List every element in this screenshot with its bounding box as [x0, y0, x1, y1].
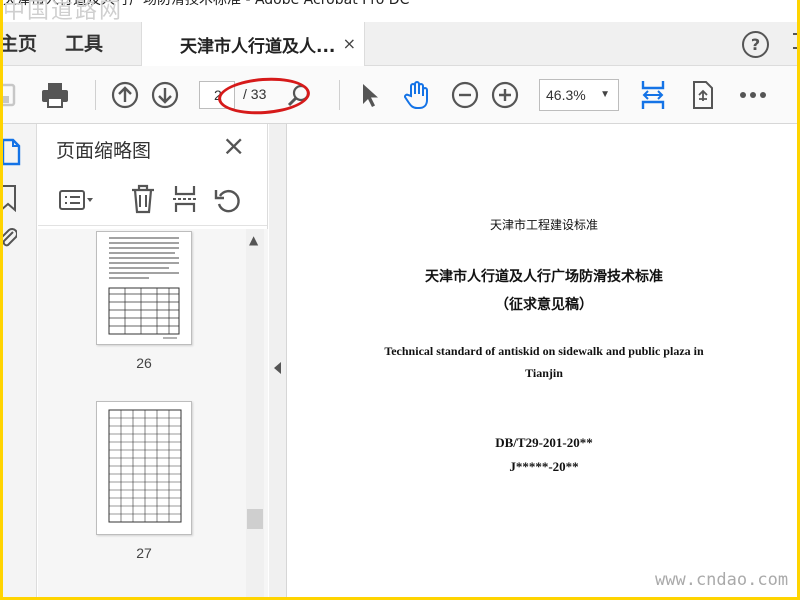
rotate-page-icon[interactable]	[687, 79, 719, 111]
sign-in-icon[interactable]	[791, 32, 797, 54]
toolbar-divider	[95, 80, 96, 110]
page-thumbnails-icon[interactable]	[3, 138, 21, 170]
page-total: / 33	[243, 86, 267, 102]
help-icon[interactable]: ?	[742, 31, 769, 58]
options-menu-icon[interactable]	[58, 188, 96, 216]
delete-page-icon[interactable]	[130, 184, 156, 218]
chevron-down-icon: ▼	[600, 89, 610, 100]
doc-registration-code: J*****-20**	[509, 459, 579, 474]
thumbnail-list: 26 27 ▲	[38, 229, 268, 597]
tab-tools[interactable]: 工具	[65, 22, 103, 66]
thumbnail-page-number: 26	[136, 355, 152, 371]
navigation-rail	[3, 124, 37, 597]
rotate-icon[interactable]	[214, 186, 242, 218]
thumbnail-scrollbar[interactable]: ▲	[246, 229, 264, 597]
page-thumbnail[interactable]	[96, 401, 192, 535]
close-panel-icon[interactable]: ×	[222, 132, 245, 160]
watermark-top: 中国道路网	[3, 0, 124, 24]
doc-title-en-2: Tianjin	[525, 366, 563, 380]
print-icon[interactable]	[39, 79, 71, 111]
document-view: 天津市工程建设标准 天津市人行道及人行广场防滑技术标准 （征求意见稿） Tech…	[288, 124, 797, 597]
tab-bar: 主页 工具 天津市人行道及人... × ?	[3, 22, 797, 67]
collapse-panel-icon[interactable]	[274, 362, 281, 374]
panel-title: 页面缩略图	[56, 140, 152, 162]
panel-splitter[interactable]	[269, 124, 287, 597]
doc-draft-note: （征求意见稿）	[495, 297, 593, 313]
zoom-out-icon[interactable]	[449, 79, 481, 111]
extract-pages-icon[interactable]	[172, 184, 198, 218]
attachment-icon[interactable]	[3, 224, 18, 256]
next-page-icon[interactable]	[149, 79, 181, 111]
toolbar-divider	[339, 80, 340, 110]
page-tool-icon[interactable]	[283, 79, 315, 111]
tab-document-label: 天津市人行道及人...	[180, 37, 336, 57]
doc-standard-code: DB/T29-201-20**	[495, 435, 593, 450]
select-cursor-icon[interactable]	[353, 79, 385, 111]
zoom-value: 46.3%	[546, 87, 586, 103]
tab-home[interactable]: 主页	[3, 22, 37, 66]
hand-tool-icon[interactable]	[401, 79, 433, 111]
thumbnails-panel: 页面缩略图 × 26 27 ▲	[38, 124, 268, 597]
previous-page-icon[interactable]	[109, 79, 141, 111]
save-icon[interactable]	[3, 79, 21, 111]
toolbar: / 33 46.3% ▼	[3, 66, 797, 124]
page-thumbnail[interactable]	[96, 231, 192, 345]
doc-title-cn: 天津市人行道及人行广场防滑技术标准	[425, 269, 663, 285]
bookmark-icon[interactable]	[3, 184, 17, 216]
watermark-bottom: www.cndao.com	[655, 570, 789, 590]
panel-toolbar	[38, 174, 267, 226]
page-number-input[interactable]	[199, 81, 235, 109]
close-tab-icon[interactable]: ×	[343, 34, 356, 53]
more-tools-icon[interactable]	[737, 79, 769, 111]
doc-heading-category: 天津市工程建设标准	[489, 218, 598, 232]
app-window: 天津市人行道及人行广场防滑技术标准 - Adobe Acrobat Pro DC…	[3, 0, 797, 597]
fit-width-icon[interactable]	[637, 79, 669, 111]
thumbnail-page-number: 27	[136, 545, 152, 561]
chevron-up-icon[interactable]: ▲	[249, 233, 258, 247]
zoom-in-icon[interactable]	[489, 79, 521, 111]
doc-title-en-1: Technical standard of antiskid on sidewa…	[384, 344, 704, 358]
tab-document[interactable]: 天津市人行道及人... ×	[141, 22, 365, 67]
zoom-select[interactable]: 46.3% ▼	[539, 79, 619, 111]
scrollbar-thumb[interactable]	[247, 509, 263, 529]
